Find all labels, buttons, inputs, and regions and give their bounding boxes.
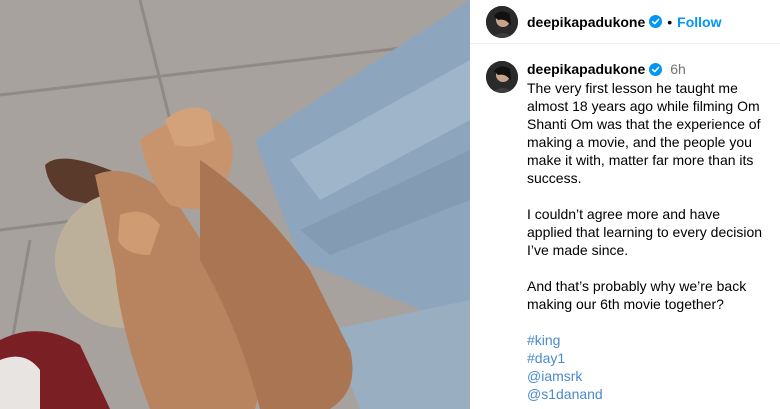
caption-text: The very first lesson he taught me almos… (527, 79, 764, 403)
holding-hands-photo (0, 0, 470, 409)
post-panel: deepikapadukone • Follow deepikapadukone (470, 0, 780, 409)
post-header: deepikapadukone • Follow (470, 0, 780, 44)
follow-button[interactable]: Follow (677, 14, 721, 30)
avatar-image (486, 5, 518, 38)
post-image[interactable] (0, 0, 470, 409)
caption-username[interactable]: deepikapadukone (527, 61, 645, 77)
mention-link[interactable]: @s1danand (527, 385, 764, 403)
profile-avatar[interactable] (486, 5, 518, 38)
separator-dot: • (667, 13, 673, 30)
caption-paragraph-2: I couldn’t agree more and have applied t… (527, 206, 763, 258)
post-timestamp[interactable]: 6h (670, 61, 686, 77)
hashtag-link[interactable]: #king (527, 331, 764, 349)
avatar-image (486, 61, 518, 93)
header-username[interactable]: deepikapadukone (527, 14, 645, 30)
verified-badge-icon (649, 15, 663, 28)
verified-badge-icon (649, 62, 663, 76)
caption-avatar[interactable] (486, 61, 518, 93)
hashtag-link[interactable]: #day1 (527, 349, 764, 367)
caption-body: deepikapadukone 6h The very first lesson… (527, 60, 764, 403)
caption-paragraph-3: And that’s probably why we’re back makin… (527, 278, 747, 312)
caption-header: deepikapadukone 6h (527, 60, 764, 78)
caption-paragraph-1: The very first lesson he taught me almos… (527, 80, 761, 186)
mention-link[interactable]: @iamsrk (527, 367, 764, 385)
caption-block: deepikapadukone 6h The very first lesson… (470, 44, 780, 403)
